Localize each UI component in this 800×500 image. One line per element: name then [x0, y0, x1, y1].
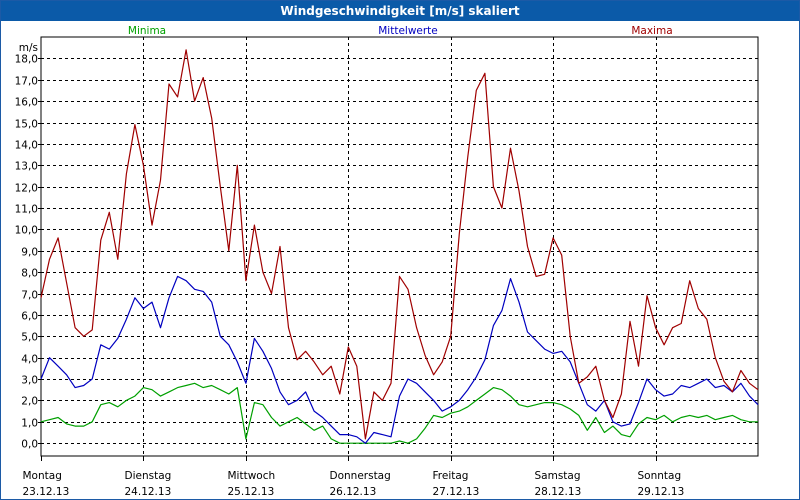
x-tick-label-date: 26.12.13 [330, 486, 377, 498]
x-tick-label-date: 25.12.13 [228, 486, 275, 498]
y-tick-label: 8,0 [21, 268, 38, 280]
y-tick-label: 7,0 [21, 290, 38, 302]
x-tick-label-day: Sonntag [638, 470, 682, 482]
y-tick-label: 10,0 [15, 225, 38, 237]
y-tick-label: 5,0 [21, 332, 38, 344]
series-line-maxima [40, 49, 759, 440]
labels: 0,0 1,0 2,0 3,0 4,0 5,0 6,0 7,0 8,0 9,0 10,0 11,0 12… [15, 25, 685, 498]
y-tick-label: 6,0 [21, 311, 38, 323]
y-tick-label: 16,0 [15, 97, 38, 109]
y-tick-label: 17,0 [15, 76, 38, 88]
series-line-minima [40, 382, 758, 444]
y-tick-label: 1,0 [21, 418, 38, 430]
x-tick-label-date: 28.12.13 [535, 486, 582, 498]
x-tick-label-day: Samstag [535, 470, 581, 482]
y-tick-label: 13,0 [15, 161, 38, 173]
y-tick-label: 9,0 [21, 247, 38, 259]
x-tick-label-date: 23.12.13 [23, 486, 70, 498]
chart-svg: 0,0 1,0 2,0 3,0 4,0 5,0 6,0 7,0 8,0 9,0 10,0 11,0 12… [15, 25, 759, 498]
y-tick-label: 3,0 [21, 375, 38, 387]
y-tick-label: 11,0 [15, 204, 38, 216]
x-tick-label-day: Montag [23, 470, 62, 482]
x-tick-label-day: Mittwoch [228, 470, 276, 482]
y-tick-label: 18,0 [15, 54, 38, 66]
y-tick-label: 2,0 [21, 396, 38, 408]
grid [38, 36, 759, 461]
x-tick-label-day: Donnerstag [330, 470, 391, 482]
legend-mittelwerte: Mittelwerte [378, 25, 438, 37]
x-tick-label-date: 24.12.13 [125, 486, 172, 498]
y-tick-label: 0,0 [21, 439, 38, 451]
x-tick-label-day: Dienstag [125, 470, 172, 482]
y-tick-label: 14,0 [15, 140, 38, 152]
legend-minima: Minima [128, 25, 166, 37]
y-tick-label: 15,0 [15, 119, 38, 131]
x-tick-label-day: Freitag [433, 470, 469, 482]
legend-maxima: Maxima [631, 25, 672, 37]
x-tick-label-date: 27.12.13 [433, 486, 480, 498]
y-tick-label: 12,0 [15, 183, 38, 195]
y-axis-unit: m/s [19, 42, 38, 54]
plot-frame [40, 36, 759, 457]
y-tick-label: 4,0 [21, 354, 38, 366]
x-tick-label-date: 29.12.13 [638, 486, 685, 498]
series-lines [40, 49, 759, 444]
chart-window: Windgeschwindigkeit [m/s] skaliert 0,0 1,… [0, 0, 800, 500]
